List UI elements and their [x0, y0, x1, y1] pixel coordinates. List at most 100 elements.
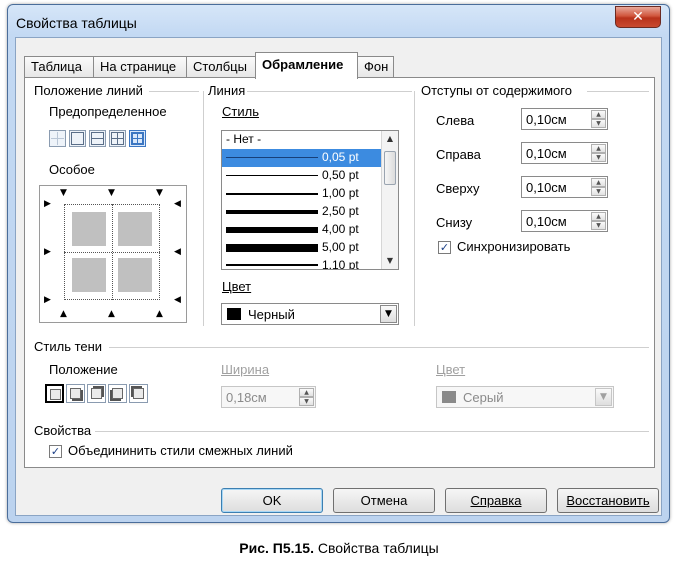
separator [587, 91, 649, 92]
separator [95, 431, 649, 432]
merge-styles-label: Объедининить стили смежных линий [68, 443, 293, 458]
line-color-label: Цвет [222, 279, 252, 294]
tab-borders[interactable]: Обрамление [255, 52, 358, 79]
spin-up-icon[interactable]: ▲ [591, 110, 606, 119]
tab-page[interactable]: На странице [93, 56, 187, 78]
preset-all-button[interactable] [109, 130, 126, 147]
tab-table[interactable]: Таблица [24, 56, 94, 78]
predefined-label: Предопределенное [49, 104, 167, 119]
line-color-dropdown[interactable]: Черный ▼ [221, 303, 399, 325]
window-title: Свойства таблицы [16, 15, 137, 31]
spacing-top-field[interactable]: 0,10см ▲ ▼ [521, 176, 608, 198]
list-item[interactable]: 0,50 pt [222, 167, 382, 185]
cancel-button[interactable]: Отмена [333, 488, 435, 513]
spin-down-icon[interactable]: ▼ [591, 119, 606, 128]
list-item[interactable]: 1,10 pt [222, 257, 382, 269]
arrow-up-icon: ▲ [156, 309, 163, 319]
close-icon: ✕ [632, 9, 644, 25]
preset-none-button[interactable] [49, 130, 66, 147]
shadow-title: Стиль тени [34, 339, 103, 354]
spacing-left-field[interactable]: 0,10см ▲ ▼ [521, 108, 608, 130]
spacing-top-label: Сверху [436, 181, 480, 196]
preview-cell [118, 258, 152, 292]
spin-up-icon[interactable]: ▲ [591, 144, 606, 153]
list-item[interactable]: - Нет - [222, 131, 382, 149]
reset-button[interactable]: Восстановить [557, 488, 659, 513]
preview-cell [72, 258, 106, 292]
separator [414, 91, 415, 326]
color-swatch [227, 308, 241, 320]
spin-up-icon[interactable]: ▲ [299, 388, 314, 397]
preset-outer-all-inner-button[interactable] [129, 130, 146, 147]
style-list-scrollbar[interactable]: ▲ ▼ [381, 131, 398, 269]
preset-group [49, 130, 149, 150]
shadow-bottom-left-button[interactable] [108, 384, 127, 403]
line-arrangement-title: Положение линий [34, 83, 143, 98]
arrow-down-icon: ▼ [60, 188, 67, 198]
spacing-left-label: Слева [436, 113, 475, 128]
spacing-bottom-field[interactable]: 0,10см ▲ ▼ [521, 210, 608, 232]
arrow-up-icon: ▲ [108, 309, 115, 319]
tab-columns[interactable]: Столбцы [186, 56, 256, 78]
spacing-right-field[interactable]: 0,10см ▲ ▼ [521, 142, 608, 164]
shadow-bottom-right-button[interactable] [66, 384, 85, 403]
separator [247, 91, 412, 92]
preset-outer-button[interactable] [69, 130, 86, 147]
list-item[interactable]: 1,00 pt [222, 185, 382, 203]
help-button[interactable]: Справка [445, 488, 547, 513]
arrow-left-icon: ◀ [174, 247, 181, 257]
arrow-up-icon: ▲ [60, 309, 67, 319]
spin-up-icon[interactable]: ▲ [591, 178, 606, 187]
chevron-down-icon[interactable]: ▼ [380, 305, 397, 323]
chevron-down-icon[interactable]: ▼ [595, 388, 612, 406]
list-item[interactable]: 0,05 pt [222, 149, 382, 167]
spin-down-icon[interactable]: ▼ [591, 221, 606, 230]
tab-background[interactable]: Фон [357, 56, 394, 78]
shadow-none-button[interactable] [45, 384, 64, 403]
list-item[interactable]: 4,00 pt [222, 221, 382, 239]
borders-panel: Положение линий Предопределенное Особое … [24, 77, 655, 468]
arrow-right-icon: ▶ [44, 247, 51, 257]
properties-title: Свойства [34, 423, 92, 438]
shadow-width-label: Ширина [221, 362, 270, 377]
shadow-top-right-button[interactable] [87, 384, 106, 403]
separator [203, 91, 204, 326]
spin-up-icon[interactable]: ▲ [591, 212, 606, 221]
scroll-down-icon[interactable]: ▼ [382, 253, 398, 269]
arrow-left-icon: ◀ [174, 295, 181, 305]
custom-label: Особое [49, 162, 95, 177]
spin-down-icon[interactable]: ▼ [591, 153, 606, 162]
preset-outer-horizontal-button[interactable] [89, 130, 106, 147]
arrow-right-icon: ▶ [44, 295, 51, 305]
arrow-down-icon: ▼ [108, 188, 115, 198]
shadow-color-dropdown[interactable]: Серый ▼ [436, 386, 614, 408]
color-swatch [442, 391, 456, 403]
ok-button[interactable]: OK [221, 488, 323, 513]
title-bar[interactable]: Свойства таблицы ✕ [8, 5, 669, 37]
shadow-top-left-button[interactable] [129, 384, 148, 403]
spin-down-icon[interactable]: ▼ [591, 187, 606, 196]
close-button[interactable]: ✕ [615, 6, 661, 28]
arrow-left-icon: ◀ [174, 199, 181, 209]
sync-checkbox[interactable]: ✓ [438, 241, 451, 254]
line-style-list[interactable]: - Нет - 0,05 pt 0,50 pt 1,00 pt 2,50 pt … [221, 130, 399, 270]
separator [109, 347, 649, 348]
figure-caption: Рис. П5.15. Свойства таблицы [239, 540, 439, 556]
scroll-thumb[interactable] [384, 151, 396, 185]
list-item[interactable]: 2,50 pt [222, 203, 382, 221]
arrow-down-icon: ▼ [156, 188, 163, 198]
list-item[interactable]: 5,00 pt [222, 239, 382, 257]
shadow-width-field[interactable]: 0,18см ▲ ▼ [221, 386, 316, 408]
shadow-color-label: Цвет [436, 362, 466, 377]
preview-cell [118, 212, 152, 246]
preview-cell [72, 212, 106, 246]
spin-down-icon[interactable]: ▼ [299, 397, 314, 406]
sync-label: Синхронизировать [457, 239, 571, 254]
border-preview[interactable]: ▼ ▼ ▼ ▲ ▲ ▲ ▶ ▶ ▶ ◀ ◀ ◀ [39, 185, 187, 323]
merge-styles-checkbox[interactable]: ✓ [49, 445, 62, 458]
arrow-right-icon: ▶ [44, 199, 51, 209]
scroll-up-icon[interactable]: ▲ [382, 131, 398, 147]
dialog-body: Таблица На странице Столбцы Обрамление Ф… [15, 37, 662, 516]
separator [149, 91, 199, 92]
spacing-title: Отступы от содержимого [421, 83, 572, 98]
